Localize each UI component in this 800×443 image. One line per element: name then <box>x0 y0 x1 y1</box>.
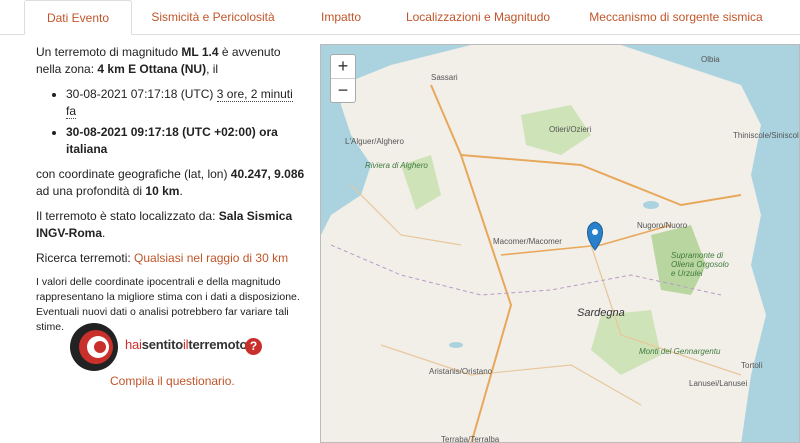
map-label-gennargentu: Monti del Gennargentu <box>639 347 721 356</box>
coords-value: 40.247, 9.086 <box>230 167 305 181</box>
time-utc: 30-08-2021 07:17:18 (UTC) 3 ore, 2 minut… <box>66 86 306 120</box>
map-zoom-control: + − <box>330 54 356 103</box>
map-label-lanusei: Lanusei/Lanusei <box>689 379 748 388</box>
zoom-out-button[interactable]: − <box>331 79 355 102</box>
coord-text: ad una profondità di <box>36 184 146 198</box>
map-label-tortoli: Tortolì <box>741 361 763 370</box>
zone-value: 4 km E Ottana (NU) <box>97 62 207 76</box>
help-icon[interactable]: ? <box>245 338 262 355</box>
tab-sismicita[interactable]: Sismicità e Pericolosità <box>140 0 286 34</box>
search-earthquakes: Ricerca terremoti: Qualsiasi nel raggio … <box>36 250 306 267</box>
map-label-olbia: Olbia <box>701 55 720 64</box>
map-label-ozieri: Otieri/Ozieri <box>549 125 592 134</box>
map-label-oristano: Aristanis/Oristano <box>429 367 493 376</box>
summary-text: Un terremoto di magnitudo <box>36 45 182 59</box>
loc-text: . <box>102 226 106 240</box>
logo-part: terremoto <box>188 337 248 352</box>
event-coordinates: con coordinate geografiche (lat, lon) 40… <box>36 166 306 200</box>
tab-impatto[interactable]: Impatto <box>300 0 382 34</box>
magnitude-value: ML 1.4 <box>181 45 219 59</box>
map-label-riviera: Riviera di Alghero <box>365 161 428 170</box>
map-label-siniscola: Thiniscole/Siniscola <box>733 131 800 140</box>
questionnaire-link[interactable]: Compila il questionario. <box>110 374 235 388</box>
map-label-terralba: Terraba/Terralba <box>441 435 500 443</box>
coord-text: con coordinate geografiche (lat, lon) <box>36 167 231 181</box>
map-label-sassari: Sassari <box>431 73 458 82</box>
tab-meccanismo[interactable]: Meccanismo di sorgente sismica <box>578 0 774 34</box>
depth-value: 10 km <box>145 184 180 198</box>
time-utc-value: 30-08-2021 07:17:18 (UTC) <box>66 87 214 101</box>
tab-dati-evento[interactable]: Dati Evento <box>24 0 132 35</box>
event-map[interactable]: Sassari Olbia L'Alguer/Alghero Riviera d… <box>320 44 800 443</box>
tab-localizzazioni[interactable]: Localizzazioni e Magnitudo <box>398 0 558 34</box>
haisentito-logo[interactable]: haisentitoilterremoto ? <box>69 322 269 372</box>
map-label-sardegna: Sardegna <box>577 307 625 319</box>
map-label-macomer: Macomer/Macomer <box>493 237 562 246</box>
event-summary: Un terremoto di magnitudo ML 1.4 è avven… <box>36 44 306 78</box>
event-times: 30-08-2021 07:17:18 (UTC) 3 ore, 2 minut… <box>36 86 306 158</box>
tab-bar: Dati Evento Sismicità e Pericolosità Imp… <box>0 0 800 35</box>
map-label-supramonte: Supramonte di Oliena Orgosolo e Urzulei <box>671 251 729 278</box>
logo-part: sentito <box>141 337 183 352</box>
event-info: Un terremoto di magnitudo ML 1.4 è avven… <box>36 44 306 343</box>
time-local-value: 30-08-2021 09:17:18 (UTC +02:00) ora ita… <box>66 125 278 156</box>
map-label-nuoro: Nugoro/Nuoro <box>637 221 688 230</box>
time-local: 30-08-2021 09:17:18 (UTC +02:00) ora ita… <box>66 124 306 158</box>
logo-text: haisentitoilterremoto <box>125 337 247 352</box>
logo-part: hai <box>125 337 142 352</box>
loc-text: Il terremoto è stato localizzato da: <box>36 209 219 223</box>
zoom-in-button[interactable]: + <box>331 55 355 79</box>
event-localized-by: Il terremoto è stato localizzato da: Sal… <box>36 208 306 242</box>
map-label-alghero: L'Alguer/Alghero <box>345 137 404 146</box>
coord-text: . <box>179 184 183 198</box>
summary-text: , il <box>206 62 219 76</box>
search-label: Ricerca terremoti: <box>36 251 135 265</box>
search-radius-link[interactable]: Qualsiasi nel raggio di 30 km <box>134 251 288 265</box>
